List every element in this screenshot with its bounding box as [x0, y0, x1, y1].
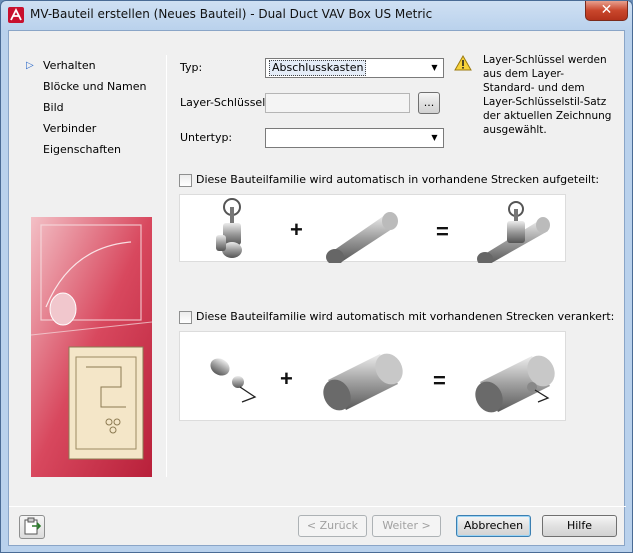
window-title: MV-Bauteil erstellen (Neues Bauteil) - D…	[30, 7, 433, 21]
selected-arrow-icon: ▷	[26, 60, 34, 71]
nav-item-label: Verhalten	[43, 59, 96, 72]
plus-sign: +	[280, 366, 293, 391]
valve-on-pipe-icon	[477, 201, 550, 263]
chevron-down-icon[interactable]: ▼	[426, 59, 443, 77]
untertyp-combobox[interactable]: ▼	[265, 128, 444, 148]
valve-icon	[216, 198, 242, 258]
dialog-client: ▷ Verhalten Blöcke und Namen Bild Verbin…	[8, 30, 626, 546]
typ-value: Abschlusskasten	[269, 60, 367, 76]
layer-key-browse-button[interactable]: ...	[418, 92, 440, 114]
nav-item-bild[interactable]: Bild	[23, 97, 163, 118]
export-help-button[interactable]	[19, 515, 45, 539]
nav-item-label: Bild	[43, 101, 64, 114]
split-checkbox[interactable]	[179, 174, 192, 187]
autocad-app-icon	[8, 7, 24, 23]
layer-key-field	[265, 93, 410, 113]
nav-item-verbinder[interactable]: Verbinder	[23, 118, 163, 139]
typ-label: Typ:	[180, 61, 203, 74]
split-checkbox-label[interactable]: Diese Bauteilfamilie wird automatisch in…	[196, 173, 599, 186]
title-bar[interactable]: MV-Bauteil erstellen (Neues Bauteil) - D…	[1, 1, 632, 29]
nav-separator	[166, 55, 167, 477]
back-button[interactable]: < Zurück	[298, 515, 367, 537]
typ-combobox[interactable]: Abschlusskasten ▼	[265, 58, 444, 78]
nav-item-label: Blöcke und Namen	[43, 80, 147, 93]
equals-sign: =	[433, 368, 446, 393]
layer-key-info-text: Layer-Schlüssel werden aus dem Layer-Sta…	[483, 54, 612, 136]
clipboard-export-icon	[24, 517, 42, 535]
anchored-duct-icon	[475, 355, 555, 413]
wizard-nav: ▷ Verhalten Blöcke und Namen Bild Verbin…	[23, 55, 163, 160]
warning-triangle-icon	[454, 55, 472, 71]
hanger-fitting-icon	[210, 358, 257, 403]
nav-item-label: Verbinder	[43, 122, 97, 135]
nav-item-verhalten[interactable]: ▷ Verhalten	[23, 55, 163, 76]
wizard-side-artwork	[31, 217, 152, 477]
layer-key-label: Layer-Schlüssel:	[180, 96, 269, 109]
close-icon: ✕	[600, 2, 613, 18]
chevron-down-icon[interactable]: ▼	[426, 129, 443, 147]
anchor-checkbox-label[interactable]: Diese Bauteilfamilie wird automatisch mi…	[196, 310, 614, 323]
equals-sign: =	[436, 219, 449, 244]
close-button[interactable]: ✕	[585, 1, 628, 21]
anchor-checkbox[interactable]	[179, 311, 192, 324]
anchor-illustration: + =	[179, 331, 566, 421]
pipe-icon	[326, 212, 398, 263]
nav-item-eigenschaften[interactable]: Eigenschaften	[23, 139, 163, 160]
plus-sign: +	[290, 217, 303, 242]
help-button[interactable]: Hilfe	[542, 515, 617, 537]
dialog-window: MV-Bauteil erstellen (Neues Bauteil) - D…	[0, 0, 633, 553]
nav-item-label: Eigenschaften	[43, 143, 121, 156]
untertyp-label: Untertyp:	[180, 131, 233, 144]
cancel-button[interactable]: Abbrechen	[456, 515, 531, 537]
nav-item-bloecke[interactable]: Blöcke und Namen	[23, 76, 163, 97]
cylinder-duct-icon	[323, 353, 403, 411]
footer-divider	[9, 506, 626, 507]
split-illustration: + =	[179, 194, 566, 263]
next-button[interactable]: Weiter >	[372, 515, 441, 537]
